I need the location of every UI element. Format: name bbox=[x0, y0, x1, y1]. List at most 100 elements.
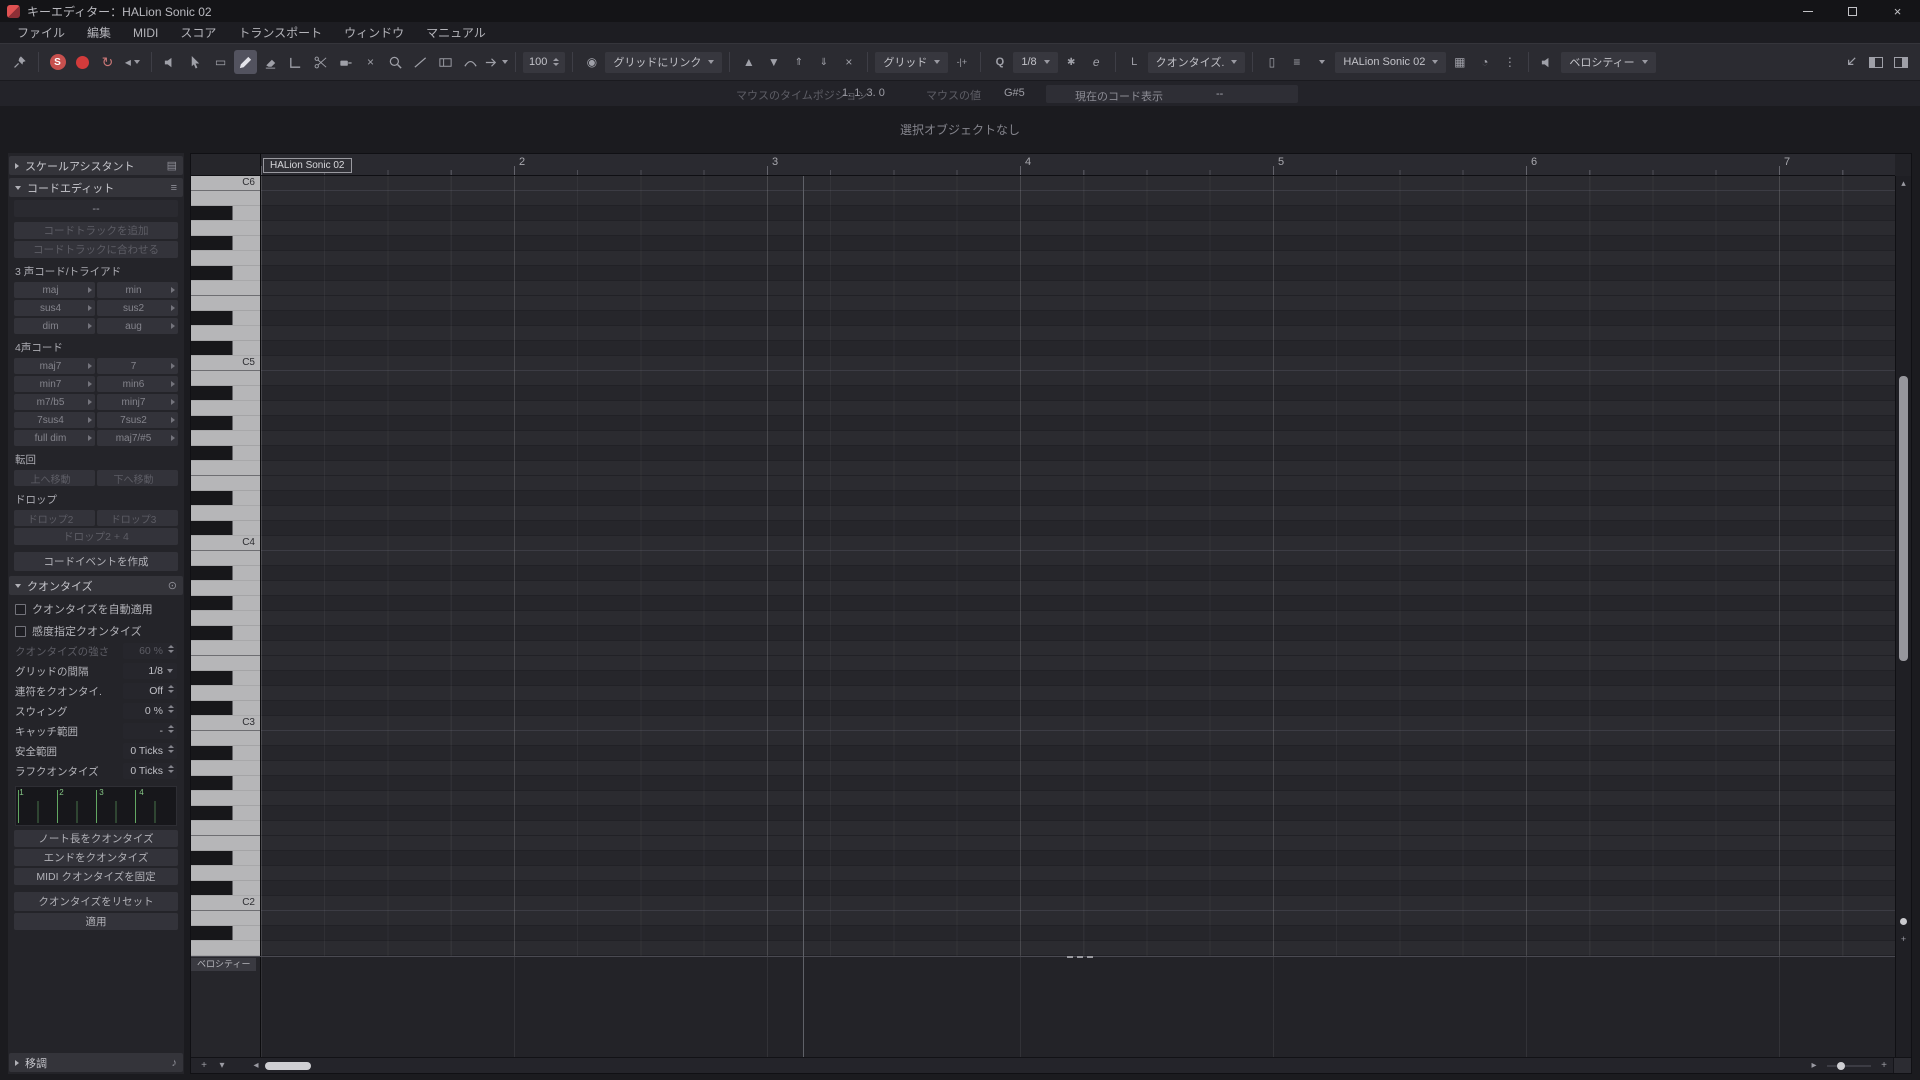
grid-row[interactable] bbox=[261, 731, 1895, 746]
acoustic-feedback-icon[interactable] bbox=[159, 50, 182, 74]
grid-row[interactable] bbox=[261, 626, 1895, 641]
horizontal-scrollbar[interactable]: + ▾ ◂ ▸ + bbox=[191, 1057, 1911, 1073]
grid-row[interactable] bbox=[261, 221, 1895, 236]
grid-row[interactable] bbox=[261, 176, 1895, 191]
velocity-lane-tab[interactable]: ベロシティー bbox=[191, 958, 257, 971]
part-select-dropdown[interactable]: HALion Sonic 02 bbox=[1335, 51, 1447, 73]
grid-row[interactable] bbox=[261, 341, 1895, 356]
editor-options-dropdown[interactable]: ◂ bbox=[121, 50, 144, 74]
chord-type-button-maj7[interactable]: maj7 bbox=[14, 358, 95, 374]
apply-quantize-button[interactable]: 適用 bbox=[14, 913, 178, 930]
piano-key-white[interactable] bbox=[191, 476, 260, 491]
vertical-scrollbar[interactable]: ▴ + bbox=[1895, 176, 1911, 1057]
quantize-preset-dropdown[interactable]: 1/8 bbox=[1013, 51, 1058, 73]
grid-row[interactable] bbox=[261, 851, 1895, 866]
piano-key-white[interactable]: C5 bbox=[191, 356, 260, 371]
move-down-icon[interactable]: ▼ bbox=[762, 50, 785, 74]
chord-type-button-min6[interactable]: min6 bbox=[97, 376, 178, 392]
grid-row[interactable] bbox=[261, 821, 1895, 836]
piano-key-black[interactable] bbox=[191, 416, 260, 431]
grid-row[interactable] bbox=[261, 911, 1895, 926]
piano-key-white[interactable] bbox=[191, 731, 260, 746]
grid-row[interactable] bbox=[261, 491, 1895, 506]
chord-type-button-dim[interactable]: dim bbox=[14, 318, 95, 334]
chord-type-button-7sus2[interactable]: 7sus2 bbox=[97, 412, 178, 428]
chord-type-button-min7[interactable]: min7 bbox=[14, 376, 95, 392]
grid-row[interactable] bbox=[261, 326, 1895, 341]
grid-link-dropdown[interactable]: グリッドにリンク bbox=[605, 51, 723, 73]
grid-row[interactable] bbox=[261, 926, 1895, 941]
horizontal-zoom-track[interactable] bbox=[1827, 1061, 1871, 1070]
grid-row[interactable] bbox=[261, 386, 1895, 401]
grid-row[interactable] bbox=[261, 581, 1895, 596]
split-tool[interactable] bbox=[309, 50, 332, 74]
piano-key-white[interactable] bbox=[191, 821, 260, 836]
piano-key-black[interactable] bbox=[191, 266, 260, 281]
grid-row[interactable] bbox=[261, 776, 1895, 791]
rough-quantize-field[interactable]: 0 Ticks bbox=[123, 763, 177, 779]
grid-row[interactable] bbox=[261, 371, 1895, 386]
vertical-scroll-thumb[interactable] bbox=[1899, 376, 1908, 661]
chord-type-button-minj7[interactable]: minj7 bbox=[97, 394, 178, 410]
more-options-icon[interactable]: ⋮ bbox=[1498, 50, 1521, 74]
piano-key-black[interactable] bbox=[191, 746, 260, 761]
comp-tool-icon[interactable] bbox=[434, 50, 457, 74]
minimize-button[interactable] bbox=[1785, 0, 1830, 22]
horizontal-scroll-thumb[interactable] bbox=[265, 1061, 311, 1070]
chord-type-button-7[interactable]: 7 bbox=[97, 358, 178, 374]
drop2-button[interactable]: ドロップ2 bbox=[14, 510, 95, 526]
draw-tool[interactable] bbox=[234, 50, 257, 74]
iq-quantize-row[interactable]: 感度指定クオンタイズ bbox=[8, 619, 184, 641]
menu-item-ファイル[interactable]: ファイル bbox=[6, 22, 76, 43]
transpose-down-icon[interactable]: ⇓ bbox=[812, 50, 835, 74]
chord-type-button-maj[interactable]: maj bbox=[14, 282, 95, 298]
piano-key-black[interactable] bbox=[191, 626, 260, 641]
piano-key-white[interactable]: C6 bbox=[191, 176, 260, 191]
grid-row[interactable] bbox=[261, 536, 1895, 551]
piano-key-white[interactable] bbox=[191, 761, 260, 776]
horizontal-zoom-in-button[interactable]: + bbox=[1875, 1059, 1893, 1073]
iq-checkbox[interactable] bbox=[15, 625, 26, 637]
curve-tool-icon[interactable] bbox=[459, 50, 482, 74]
velocity-lane-area[interactable] bbox=[261, 956, 1895, 1057]
left-zone-toggle-icon[interactable] bbox=[1864, 50, 1887, 74]
strength-field[interactable]: 60 % bbox=[123, 643, 177, 659]
scroll-right-button[interactable]: ▸ bbox=[1805, 1059, 1823, 1073]
grid-row[interactable] bbox=[261, 431, 1895, 446]
piano-key-white[interactable] bbox=[191, 581, 260, 596]
piano-key-white[interactable] bbox=[191, 941, 260, 956]
piano-key-white[interactable] bbox=[191, 326, 260, 341]
window-layout-icon[interactable] bbox=[1889, 50, 1912, 74]
quantize-ends-button[interactable]: エンドをクオンタイズ bbox=[14, 849, 178, 866]
piano-key-black[interactable] bbox=[191, 236, 260, 251]
grid-row[interactable] bbox=[261, 446, 1895, 461]
grid-row[interactable] bbox=[261, 746, 1895, 761]
grid-row[interactable] bbox=[261, 836, 1895, 851]
section-transpose[interactable]: 移調 ♪ bbox=[9, 1053, 183, 1072]
piano-key-black[interactable] bbox=[191, 521, 260, 536]
edit-active-part-icon[interactable]: ≡ bbox=[1285, 50, 1308, 74]
grid-row[interactable] bbox=[261, 251, 1895, 266]
grid-row[interactable] bbox=[261, 566, 1895, 581]
chord-type-button-maj7/#5[interactable]: maj7/#5 bbox=[97, 430, 178, 446]
piano-key-white[interactable] bbox=[191, 281, 260, 296]
tempo-clock-icon[interactable]: ◔ bbox=[1473, 50, 1496, 74]
piano-key-black[interactable] bbox=[191, 491, 260, 506]
piano-key-white[interactable] bbox=[191, 791, 260, 806]
delete-overlaps-icon[interactable]: × bbox=[837, 50, 860, 74]
grid-row[interactable] bbox=[261, 236, 1895, 251]
piano-key-white[interactable]: C2 bbox=[191, 896, 260, 911]
auto-apply-quantize-row[interactable]: クオンタイズを自動適用 bbox=[8, 597, 184, 619]
scroll-up-button[interactable]: ▴ bbox=[1896, 176, 1911, 190]
event-colors-dropdown[interactable]: ベロシティー bbox=[1561, 51, 1656, 73]
erase-tool[interactable] bbox=[259, 50, 282, 74]
piano-key-white[interactable]: C4 bbox=[191, 536, 260, 551]
project-cursor[interactable] bbox=[803, 176, 804, 1057]
piano-key-black[interactable] bbox=[191, 851, 260, 866]
grid-row[interactable] bbox=[261, 866, 1895, 881]
insert-velocity-spinner[interactable]: 100 bbox=[523, 51, 566, 73]
add-controller-lane-button[interactable]: + bbox=[195, 1059, 213, 1073]
piano-key-black[interactable] bbox=[191, 671, 260, 686]
glue-tool[interactable] bbox=[334, 50, 357, 74]
grid-row[interactable] bbox=[261, 716, 1895, 731]
